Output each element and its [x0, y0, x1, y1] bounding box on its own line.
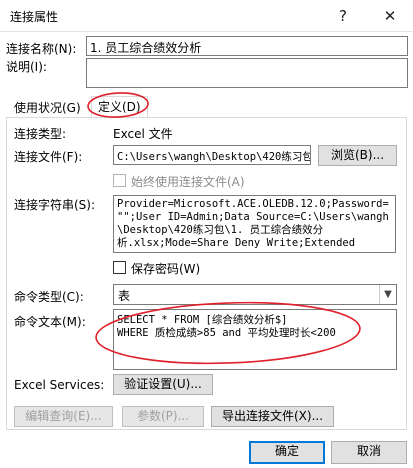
connection-name-label: 连接名称(N):: [6, 42, 77, 56]
connection-file-value: C:\Users\wangh\Desktop\420练习包: [117, 151, 310, 163]
connection-string-line: 析.xlsx;Mode=Share Deny Write;Extended: [117, 237, 356, 249]
close-icon[interactable]: ✕: [377, 3, 403, 29]
description-label: 说明(I):: [6, 60, 47, 74]
tab-usage[interactable]: 使用状况(G): [8, 98, 87, 118]
excel-services-label: Excel Services:: [14, 378, 105, 392]
save-password-checkbox[interactable]: [113, 261, 126, 274]
cancel-button[interactable]: 取消: [331, 441, 407, 464]
command-type-select[interactable]: 表 ▼: [113, 284, 397, 305]
title-bar: 连接属性 ? ✕: [0, 0, 413, 32]
connection-type-label: 连接类型:: [14, 127, 67, 141]
connection-name-value: 1. 员工综合绩效分析: [90, 41, 202, 55]
browse-button[interactable]: 浏览(B)...: [318, 145, 397, 166]
command-type-label: 命令类型(C):: [14, 290, 84, 304]
connection-string-textarea[interactable]: Provider=Microsoft.ACE.OLEDB.12.0;Passwo…: [113, 195, 396, 253]
edit-query-button[interactable]: 编辑查询(E)...: [14, 406, 113, 427]
command-text-label: 命令文本(M):: [14, 315, 86, 329]
connection-type-value: Excel 文件: [113, 127, 173, 141]
save-password-label: 保存密码(W): [131, 262, 201, 276]
auth-settings-button[interactable]: 验证设置(U)...: [113, 374, 213, 395]
help-icon[interactable]: ?: [330, 3, 356, 29]
description-input[interactable]: [86, 58, 408, 88]
tab-definition[interactable]: 定义(D): [91, 96, 148, 118]
connection-string-line: Provider=Microsoft.ACE.OLEDB.12.0;Passwo…: [117, 198, 389, 210]
command-text-line: WHERE 质检成绩>85 and 平均处理时长<200: [117, 327, 336, 339]
parameters-button[interactable]: 参数(P)...: [122, 406, 204, 427]
connection-file-label: 连接文件(F):: [14, 150, 83, 164]
chevron-down-icon[interactable]: ▼: [379, 285, 396, 304]
connection-string-label: 连接字符串(S):: [14, 198, 96, 212]
always-use-file-checkbox[interactable]: [113, 174, 126, 187]
command-type-value: 表: [118, 289, 131, 303]
command-text-line: SELECT * FROM [综合绩效分析$]: [117, 314, 288, 326]
connection-string-line: "";User ID=Admin;Data Source=C:\Users\wa…: [117, 211, 389, 223]
command-text-textarea[interactable]: SELECT * FROM [综合绩效分析$] WHERE 质检成绩>85 an…: [113, 309, 397, 370]
description-value: [87, 59, 407, 65]
connection-file-input[interactable]: C:\Users\wangh\Desktop\420练习包: [113, 145, 311, 165]
connection-name-input[interactable]: 1. 员工综合绩效分析: [86, 36, 408, 56]
window-title: 连接属性: [10, 10, 59, 24]
ok-button[interactable]: 确定: [249, 441, 325, 464]
connection-string-line: \Desktop\420练习包\1. 员工综合绩效分: [117, 224, 324, 236]
always-use-file-label: 始终使用连接文件(A): [131, 175, 245, 189]
export-connection-button[interactable]: 导出连接文件(X)...: [211, 406, 334, 427]
